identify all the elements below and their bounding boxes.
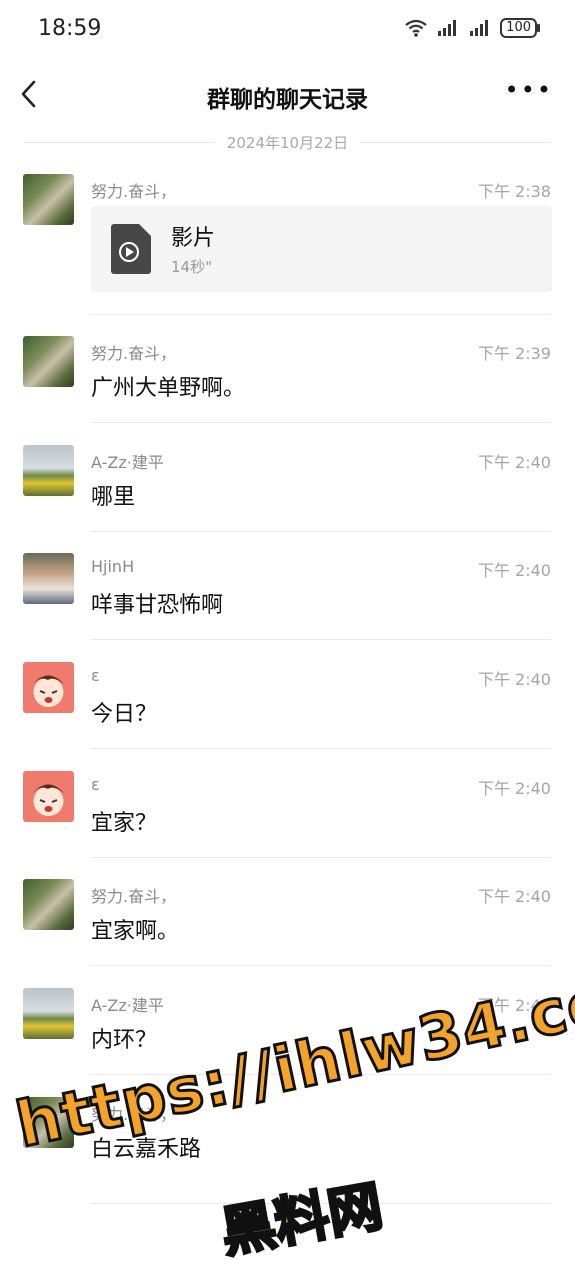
message-time: 下午 2:40	[477, 453, 551, 472]
avatar[interactable]	[23, 174, 74, 225]
status-time: 18:59	[38, 16, 102, 41]
message-time: 下午 2:40	[477, 561, 551, 580]
message-item[interactable]: 努力.奋斗， 下午 2:39 广州大单野啊。	[0, 336, 575, 424]
divider	[91, 314, 551, 315]
file-duration: 14秒"	[171, 258, 212, 276]
sender-name: 努力.奋斗，	[91, 182, 177, 201]
date-label: 2024年10月22日	[226, 133, 349, 152]
divider	[91, 531, 551, 532]
divider	[91, 965, 551, 966]
avatar[interactable]	[23, 879, 74, 930]
signal-icon	[438, 20, 457, 36]
wifi-icon	[405, 19, 427, 37]
message-item[interactable]: HjinH 下午 2:40 咩事甘恐怖啊	[0, 553, 575, 641]
sender-name: 努力.奋斗，	[91, 1105, 177, 1124]
message-time: 下午 2:40	[477, 887, 551, 906]
avatar[interactable]	[23, 553, 74, 604]
avatar[interactable]	[23, 662, 74, 713]
video-file-card[interactable]: 影片 14秒"	[91, 206, 552, 292]
message-item[interactable]: A-Zz·建平 下午 2:40 内环？	[0, 988, 575, 1076]
divider	[91, 748, 551, 749]
signal-icon-2	[470, 20, 489, 36]
message-text: 宜家？	[91, 811, 158, 836]
more-options-button[interactable]: •••	[505, 76, 553, 104]
message-item[interactable]: 努力.奋斗， 下午 2:38 影片 14秒"	[0, 174, 575, 315]
divider	[91, 1203, 551, 1204]
avatar[interactable]	[23, 1097, 74, 1148]
sender-name: A-Zz·建平	[91, 453, 164, 472]
message-time: 下午 2:40	[477, 779, 551, 798]
message-text: 广州大单野啊。	[91, 376, 246, 401]
divider	[91, 639, 551, 640]
message-text: 白云嘉禾路	[91, 1137, 202, 1162]
avatar[interactable]	[23, 445, 74, 496]
message-text: 内环？	[91, 1028, 158, 1053]
message-text: 咩事甘恐怖啊	[91, 593, 224, 618]
sender-name: 努力.奋斗，	[91, 344, 177, 363]
message-item[interactable]: ε 下午 2:40 宜家？	[0, 771, 575, 859]
message-item[interactable]: 努力.奋斗， 下午 2:40 宜家啊。	[0, 879, 575, 967]
date-divider: 2024年10月22日	[24, 128, 552, 156]
sender-name: A-Zz·建平	[91, 996, 164, 1015]
page-title: 群聊的聊天记录	[207, 87, 368, 113]
status-icons: 100	[404, 18, 540, 38]
message-time: 下午 2:39	[477, 344, 551, 363]
sender-name: ε	[91, 666, 100, 685]
divider	[91, 422, 551, 423]
message-item[interactable]: A-Zz·建平 下午 2:40 哪里	[0, 445, 575, 533]
video-file-icon	[111, 224, 151, 274]
avatar[interactable]	[23, 771, 74, 822]
avatar[interactable]	[23, 988, 74, 1039]
file-name: 影片	[171, 226, 216, 251]
message-text: 今日？	[91, 702, 158, 727]
divider	[91, 1074, 551, 1075]
message-item[interactable]: ε 下午 2:40 今日？	[0, 662, 575, 750]
divider	[91, 857, 551, 858]
message-text: 哪里	[91, 485, 136, 510]
message-text: 宜家啊。	[91, 919, 180, 944]
top-header: 群聊的聊天记录 •••	[0, 60, 575, 128]
avatar[interactable]	[23, 336, 74, 387]
battery-icon: 100	[500, 18, 540, 38]
sender-name: HjinH	[91, 557, 135, 576]
message-time: 下午 2:40	[477, 996, 551, 1015]
message-time: 下午 2:40	[477, 670, 551, 689]
sender-name: 努力.奋斗，	[91, 887, 177, 906]
status-bar: 18:59 100	[0, 0, 575, 60]
message-item[interactable]: 努力.奋斗， 白云嘉禾路	[0, 1097, 575, 1207]
sender-name: ε	[91, 775, 100, 794]
message-time: 下午 2:38	[477, 182, 551, 201]
